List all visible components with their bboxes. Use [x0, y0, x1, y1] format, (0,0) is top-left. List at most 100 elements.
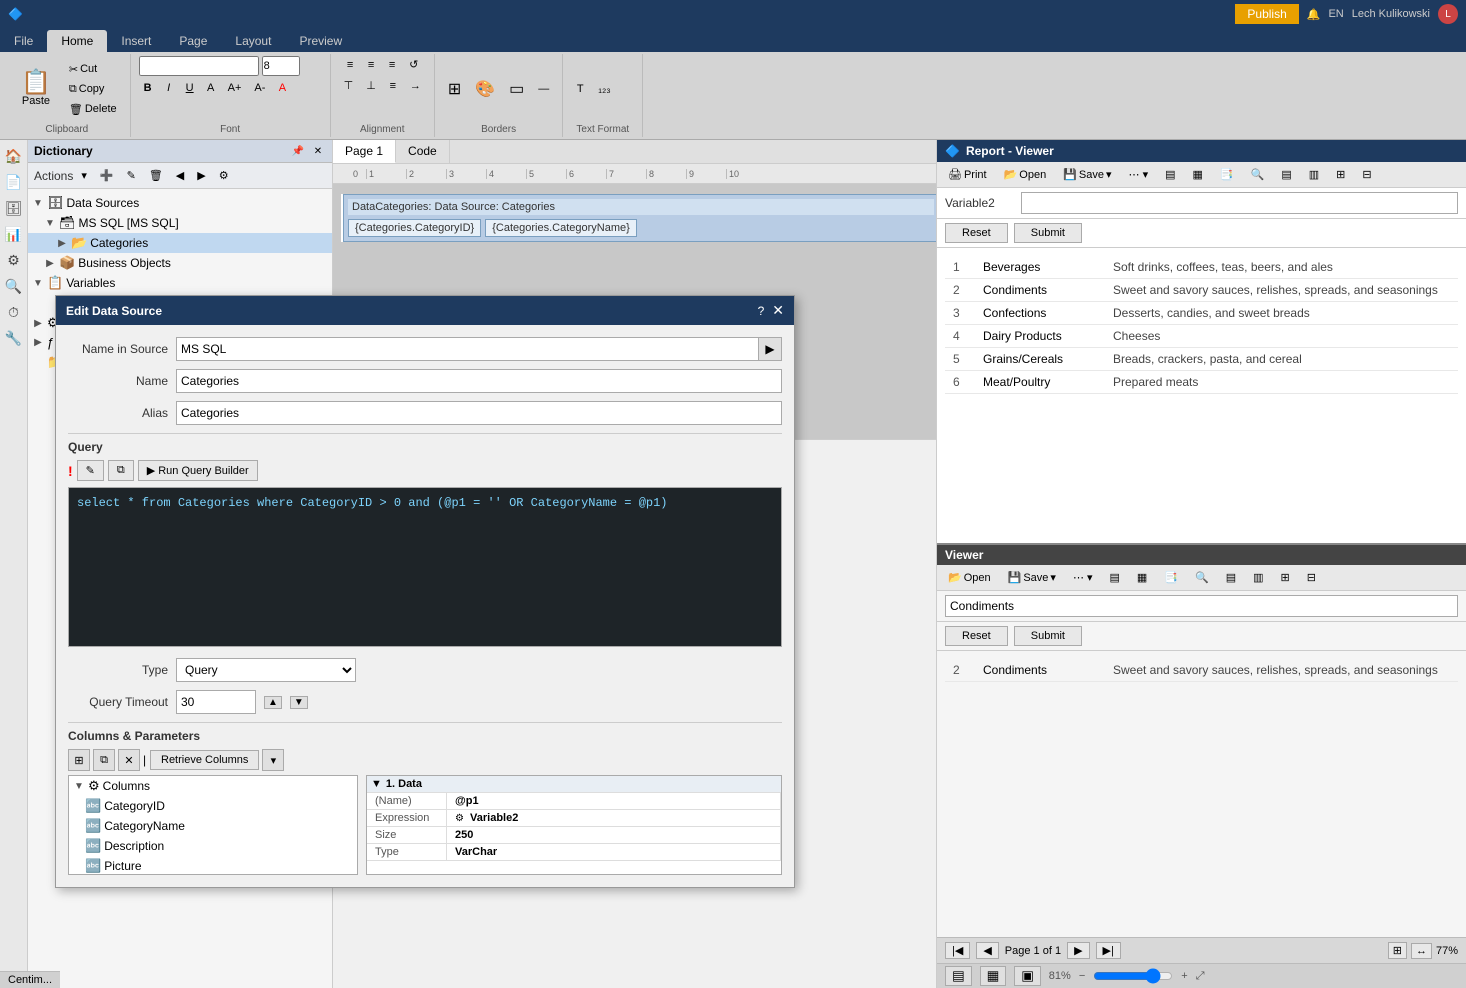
open-button-top[interactable]: 📂 Open [997, 165, 1054, 184]
col-tree-catname[interactable]: 🔤 CategoryName [333, 816, 357, 836]
tree-item-datasources[interactable]: ▼ 🗄 Data Sources [28, 193, 332, 213]
text-format-btn1[interactable]: T [571, 81, 589, 97]
delete-button[interactable]: 🗑 Delete [64, 100, 122, 119]
help-button[interactable]: ? [758, 304, 765, 318]
font-size-input[interactable] [262, 56, 300, 76]
sidebar-icon-data[interactable]: 🗄 [2, 196, 26, 220]
move-down-btn[interactable]: ▶ [192, 166, 210, 185]
rotate-button[interactable]: ↺ [404, 56, 423, 73]
paste-button[interactable]: 📋 Paste [12, 66, 60, 112]
submit-button-bottom[interactable]: Submit [1014, 626, 1082, 646]
language-selector[interactable]: EN [1328, 8, 1343, 20]
edit-btn[interactable]: ✎ [122, 166, 141, 185]
font-grow-button[interactable]: A+ [223, 80, 247, 96]
tab-page[interactable]: Page [165, 30, 221, 52]
viewer-bottom-btn6[interactable]: ▥ [1246, 568, 1270, 587]
status-icon1[interactable]: ▤ [945, 966, 972, 986]
fill-color-button[interactable]: 🎨 [470, 77, 500, 101]
tree-item-business-objects[interactable]: ▶ 📦 Business Objects [28, 253, 332, 273]
copy-button[interactable]: ⧉ Copy [64, 80, 122, 99]
dialog-close-button[interactable]: ✕ [772, 302, 784, 319]
tab-home[interactable]: Home [47, 30, 107, 52]
viewer-icon-btn2[interactable]: ▦ [1186, 165, 1210, 184]
viewer-bottom-var-input[interactable] [945, 595, 1458, 617]
align-center-button[interactable]: ≡ [362, 57, 380, 73]
col-tree-pic[interactable]: 🔤 Picture [333, 856, 357, 875]
text-format-btn2[interactable]: ₁₂₃ [593, 81, 615, 97]
name-input[interactable] [333, 369, 782, 393]
font-name-input[interactable] [139, 56, 259, 76]
sidebar-icon-chart[interactable]: 📊 [2, 222, 26, 246]
print-button[interactable]: 🖨 Print [941, 165, 994, 184]
next-page-btn[interactable]: ▶ [1067, 942, 1089, 959]
font-shrink-button[interactable]: A- [249, 80, 270, 96]
close-panel-button[interactable]: ✕ [310, 143, 326, 159]
actions-dropdown-btn[interactable]: ▾ [76, 166, 92, 185]
viewer-bottom-btn1[interactable]: ▤ [1103, 568, 1127, 587]
tree-item-categories[interactable]: ▶ 📂 Categories [28, 233, 332, 253]
sidebar-icon-tools[interactable]: 🔧 [2, 326, 26, 350]
move-up-btn[interactable]: ◀ [171, 166, 189, 185]
save-button-bottom[interactable]: 💾 Save ▾ [1001, 568, 1063, 587]
open-button-bottom[interactable]: 📂 Open [941, 568, 998, 587]
viewer-bottom-more[interactable]: ⋯ ▾ [1066, 568, 1100, 587]
borders-dropdown[interactable]: ⊞ [443, 77, 466, 101]
strikethrough-button[interactable]: A [202, 80, 220, 96]
align-right-button[interactable]: ≡ [383, 57, 401, 73]
type-select[interactable]: Query [333, 658, 356, 682]
query-editor[interactable]: select * from Categories where CategoryI… [333, 487, 782, 647]
name-in-source-browse[interactable]: ▶ [758, 337, 782, 361]
fit-width-btn[interactable]: ↔ [1411, 943, 1432, 959]
col-tree-columns[interactable]: ▼ ⚙ Columns [333, 776, 357, 796]
sidebar-icon-settings[interactable]: ⚙ [2, 248, 26, 272]
zoom-minus[interactable]: − [1079, 970, 1085, 982]
tab-file[interactable]: File [0, 30, 47, 52]
name-in-source-input[interactable] [333, 337, 758, 361]
font-color-button[interactable]: A [273, 80, 291, 96]
tab-preview[interactable]: Preview [285, 30, 356, 52]
fit-page-btn[interactable]: ⊞ [1388, 942, 1407, 959]
reset-button-bottom[interactable]: Reset [945, 626, 1008, 646]
viewer-more-btn[interactable]: ⋯ ▾ [1122, 165, 1156, 184]
zoom-slider[interactable] [1093, 968, 1173, 984]
prev-page-btn[interactable]: ◀ [976, 942, 998, 959]
sidebar-icon-home[interactable]: 🏠 [2, 144, 26, 168]
viewer-bottom-btn8[interactable]: ⊟ [1300, 568, 1323, 587]
align-middle-button[interactable]: ⊥ [361, 77, 381, 94]
status-icon3[interactable]: ▣ [1014, 966, 1041, 986]
tab-page1[interactable]: Page 1 [333, 140, 396, 163]
viewer-bottom-btn2[interactable]: ▦ [1130, 568, 1154, 587]
viewer-bottom-btn3[interactable]: 📑 [1157, 568, 1185, 587]
delete-btn[interactable]: 🗑 [144, 166, 168, 185]
col-tree-desc[interactable]: 🔤 Description [333, 836, 357, 856]
viewer-bottom-btn7[interactable]: ⊞ [1274, 568, 1297, 587]
viewer-icon-btn3[interactable]: 📑 [1213, 165, 1241, 184]
viewer-icon-btn5[interactable]: ▤ [1274, 165, 1298, 184]
viewer-icon-btn1[interactable]: ▤ [1158, 165, 1182, 184]
pin-button[interactable]: 📌 [290, 143, 306, 159]
bold-button[interactable]: B [139, 80, 157, 96]
last-page-btn[interactable]: ▶| [1096, 942, 1121, 959]
field-category-id[interactable]: {Categories.CategoryID} [348, 219, 481, 237]
tab-layout[interactable]: Layout [221, 30, 285, 52]
viewer-bottom-btn5[interactable]: ▤ [1219, 568, 1243, 587]
sidebar-icon-layers[interactable]: 📄 [2, 170, 26, 194]
viewer-icon-btn8[interactable]: ⊟ [1355, 165, 1378, 184]
viewer-icon-btn4[interactable]: 🔍 [1244, 165, 1272, 184]
border-style-button[interactable]: — [533, 81, 554, 97]
tab-code[interactable]: Code [396, 140, 450, 163]
settings-btn[interactable]: ⚙ [214, 166, 234, 185]
alias-input[interactable] [333, 401, 782, 425]
tree-item-variables[interactable]: ▼ 📋 Variables [28, 273, 332, 293]
indent-button[interactable]: → [405, 78, 426, 94]
viewer-icon-btn7[interactable]: ⊞ [1329, 165, 1352, 184]
first-page-btn[interactable]: |◀ [945, 942, 970, 959]
sidebar-icon-search[interactable]: 🔍 [2, 274, 26, 298]
save-button-top[interactable]: 💾 Save ▾ [1056, 165, 1118, 184]
sidebar-icon-timer[interactable]: ⏱ [2, 300, 26, 324]
reset-button-top[interactable]: Reset [945, 223, 1008, 243]
border-color-button[interactable]: ▭ [504, 77, 529, 101]
viewer-icon-btn6[interactable]: ▥ [1302, 165, 1326, 184]
add-btn[interactable]: ➕ [95, 166, 119, 185]
underline-button[interactable]: U [181, 80, 199, 96]
